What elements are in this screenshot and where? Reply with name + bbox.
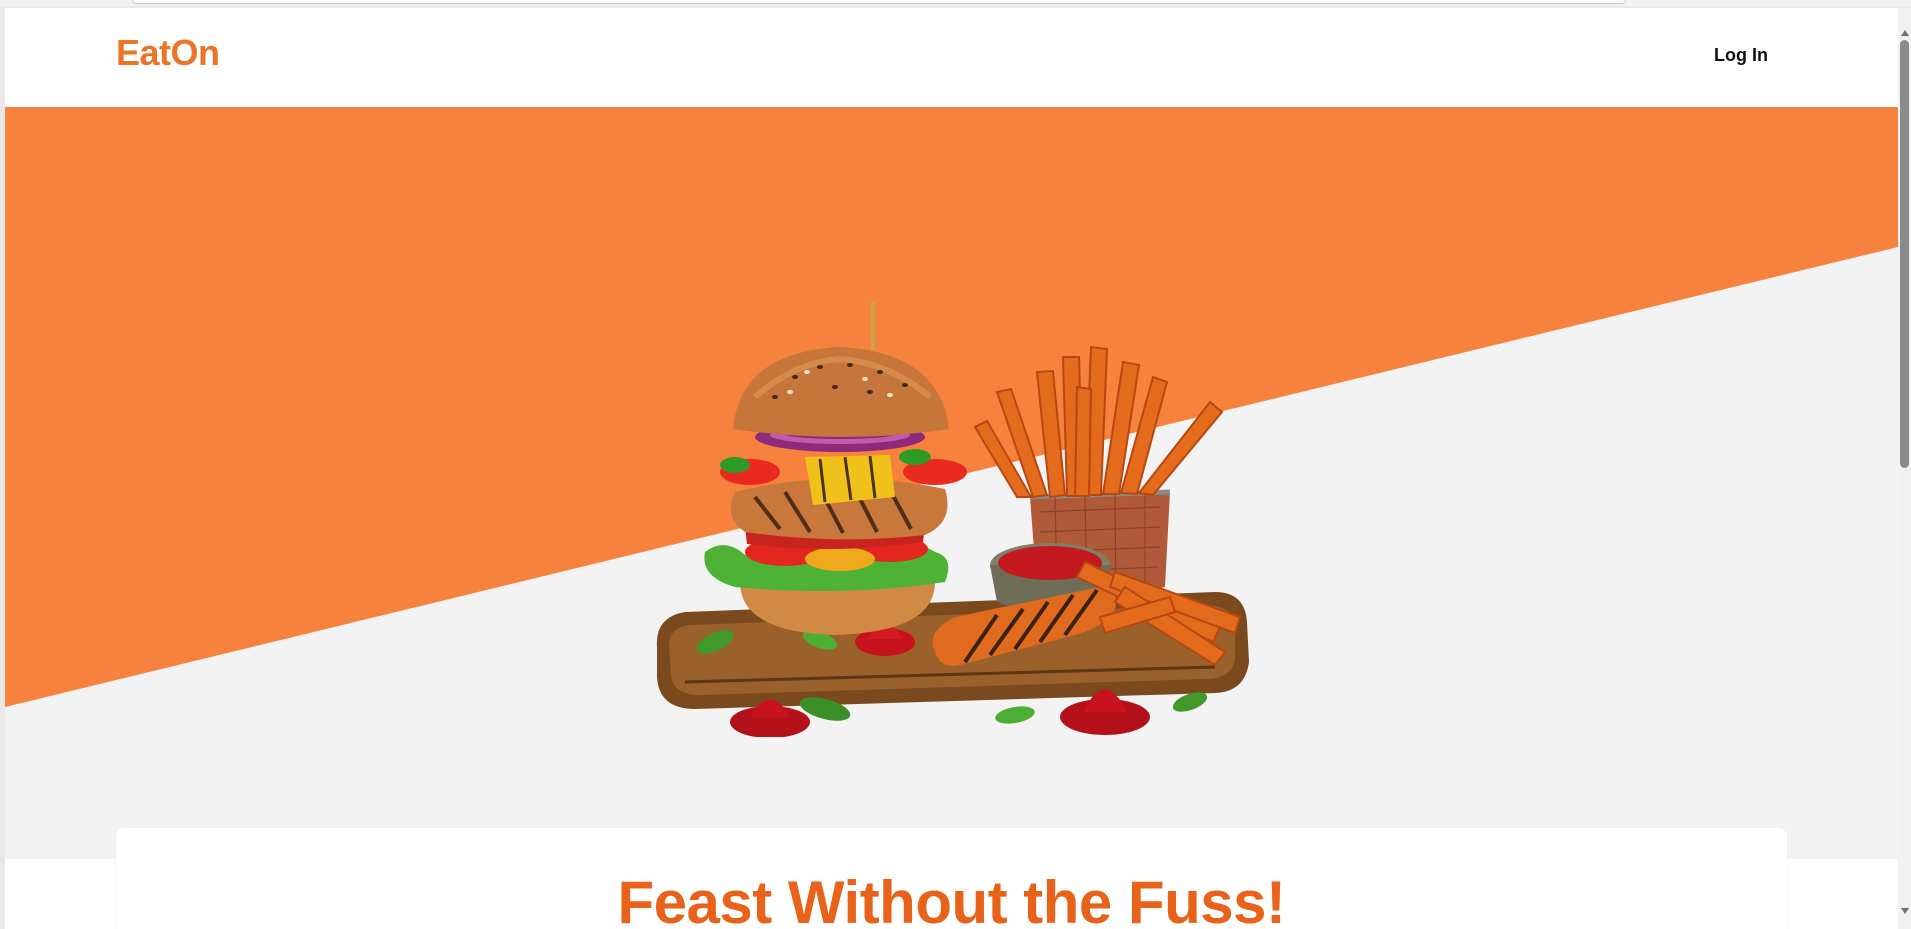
headline-card: Feast Without the Fuss!: [116, 828, 1787, 929]
login-link[interactable]: Log In: [1714, 46, 1768, 64]
hero-section: [5, 107, 1898, 859]
brand-logo[interactable]: EatOn: [116, 35, 220, 71]
scroll-down-arrow-icon[interactable]: [1901, 908, 1909, 914]
address-bar[interactable]: [132, 0, 1626, 4]
burger-and-fries-illustration: [656, 302, 1249, 737]
navbar: EatOn Log In: [5, 8, 1898, 108]
browser-top-strip: [0, 0, 1911, 6]
hero-headline: Feast Without the Fuss!: [617, 869, 1286, 929]
scrollbar-thumb[interactable]: [1900, 40, 1909, 468]
scroll-up-arrow-icon[interactable]: [1901, 30, 1909, 36]
vertical-scrollbar[interactable]: [1898, 8, 1911, 929]
page-viewport: EatOn Log In Feast Without the Fuss!: [5, 8, 1898, 929]
